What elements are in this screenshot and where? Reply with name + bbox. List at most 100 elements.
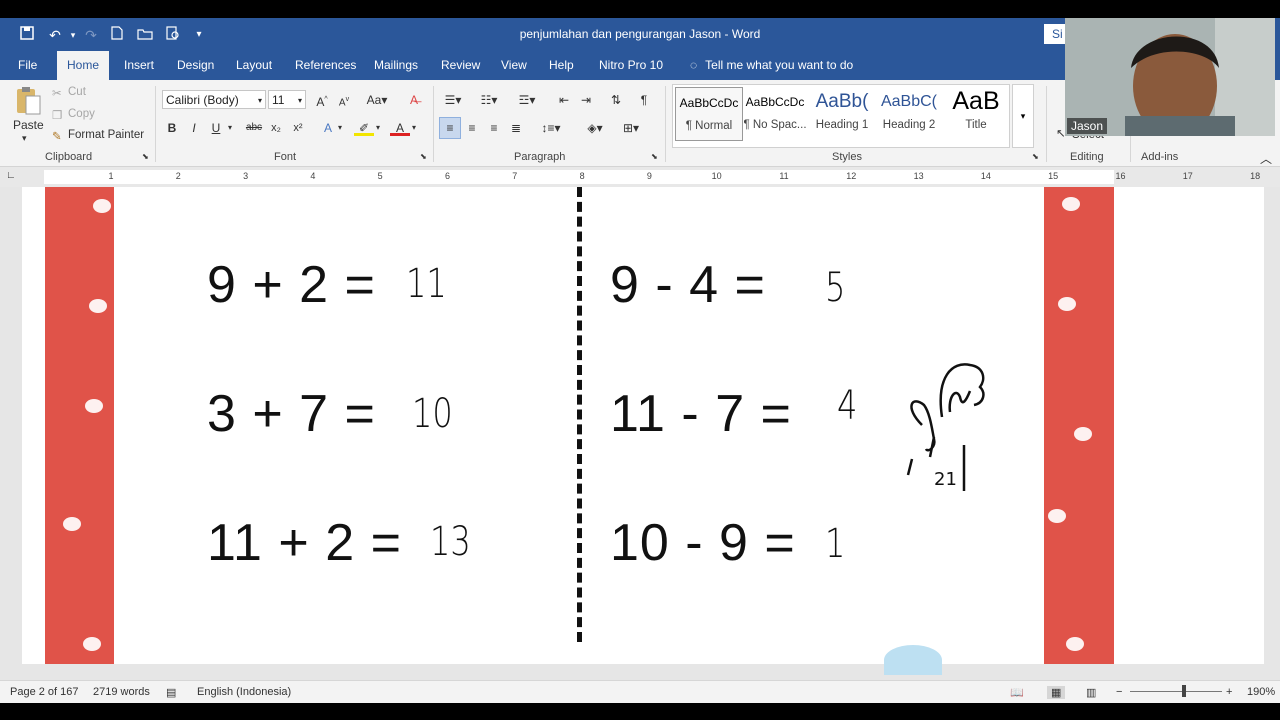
- font-group-label: Font: [274, 151, 297, 163]
- word-count[interactable]: 2719 words: [93, 686, 150, 698]
- decor-flower: [1066, 637, 1084, 651]
- text-effects-dropdown-icon[interactable]: ▾: [334, 118, 346, 138]
- tab-selector-icon[interactable]: ∟: [6, 170, 16, 181]
- align-left-icon[interactable]: ≡: [439, 117, 461, 139]
- equation-problem: 9 - 4 =: [610, 256, 766, 314]
- styles-launcher-icon[interactable]: ⬊: [1032, 152, 1039, 161]
- show-formatting-icon[interactable]: ¶: [634, 90, 654, 110]
- format-painter-button[interactable]: Format Painter: [68, 129, 144, 141]
- paste-button[interactable]: Paste: [13, 118, 44, 132]
- ruler-number: 16: [1115, 171, 1126, 181]
- underline-icon[interactable]: U: [206, 118, 226, 138]
- tab-file[interactable]: File: [8, 51, 47, 80]
- tab-design[interactable]: Design: [167, 51, 224, 80]
- ruler-number: 10: [711, 171, 722, 181]
- ribbon-separator: [1046, 86, 1047, 162]
- paste-dropdown-icon[interactable]: ▾: [22, 133, 27, 144]
- tab-view[interactable]: View: [491, 51, 537, 80]
- clear-formatting-icon[interactable]: A̶: [404, 90, 424, 110]
- document-canvas[interactable]: 9 + 2 = 11 3 + 7 = 10 11 + 2 = 13 9 - 4 …: [0, 187, 1280, 680]
- editing-group-label: Editing: [1070, 151, 1104, 163]
- ribbon-separator: [155, 86, 156, 162]
- zoom-out-icon[interactable]: −: [1116, 686, 1122, 698]
- tab-references[interactable]: References: [285, 51, 366, 80]
- document-page[interactable]: 9 + 2 = 11 3 + 7 = 10 11 + 2 = 13 9 - 4 …: [22, 187, 1264, 675]
- paste-icon[interactable]: [14, 86, 42, 116]
- change-case-icon[interactable]: Aa▾: [362, 90, 392, 110]
- page-count[interactable]: Page 2 of 167: [10, 686, 79, 698]
- print-layout-icon[interactable]: ▦: [1047, 686, 1066, 699]
- font-launcher-icon[interactable]: ⬊: [420, 152, 427, 161]
- style-no-spacing[interactable]: AaBbCcDc ¶ No Spac...: [742, 87, 808, 139]
- subscript-icon[interactable]: x₂: [266, 118, 286, 138]
- style-heading-2[interactable]: AaBbC( Heading 2: [876, 87, 942, 139]
- align-right-icon[interactable]: ≡: [484, 118, 504, 138]
- zoom-level[interactable]: 190%: [1247, 686, 1275, 698]
- style-normal[interactable]: AaBbCcDc ¶ Normal: [675, 87, 743, 141]
- style-heading-1[interactable]: AaBb( Heading 1: [809, 87, 875, 139]
- multilevel-list-icon[interactable]: ☲▾: [512, 90, 542, 110]
- ruler-number: 4: [310, 171, 316, 181]
- decor-flower: [89, 299, 107, 313]
- decor-flower: [85, 399, 103, 413]
- read-mode-icon[interactable]: 📖: [1010, 686, 1024, 699]
- ribbon-separator: [665, 86, 666, 162]
- highlight-icon[interactable]: ✐: [354, 118, 374, 136]
- font-name-value: Calibri (Body): [166, 93, 239, 107]
- horizontal-ruler[interactable]: ∟ 1 2 3 4 5 6 7 8 9 10 11 12 13 14 15 16 17 18: [0, 167, 1280, 187]
- style-sample: AaBbCcDc: [745, 95, 805, 109]
- zoom-slider-thumb[interactable]: [1182, 685, 1186, 697]
- proofing-icon[interactable]: ▤: [166, 686, 176, 699]
- font-color-icon[interactable]: A: [390, 118, 410, 136]
- strikethrough-icon[interactable]: abc: [244, 118, 264, 138]
- zoom-slider[interactable]: [1130, 691, 1222, 692]
- font-size-select[interactable]: 11 ▾: [268, 90, 306, 109]
- zoom-in-icon[interactable]: +: [1226, 686, 1232, 698]
- participant-name: Jason: [1067, 118, 1108, 134]
- clipboard-launcher-icon[interactable]: ⬊: [142, 152, 149, 161]
- tab-review[interactable]: Review: [431, 51, 490, 80]
- paragraph-launcher-icon[interactable]: ⬊: [651, 152, 658, 161]
- grow-font-icon[interactable]: A^: [312, 90, 332, 110]
- italic-icon[interactable]: I: [184, 118, 204, 138]
- tell-me-search[interactable]: ◌ Tell me what you want to do: [680, 51, 863, 80]
- style-name: ¶ Normal: [685, 120, 733, 132]
- collapse-ribbon-icon[interactable]: ︿: [1260, 150, 1272, 167]
- tab-insert[interactable]: Insert: [114, 51, 164, 80]
- tab-help[interactable]: Help: [539, 51, 584, 80]
- sort-icon[interactable]: ⇅: [606, 90, 626, 110]
- underline-dropdown-icon[interactable]: ▾: [224, 118, 236, 138]
- bold-icon[interactable]: B: [162, 118, 182, 138]
- numbering-icon[interactable]: ☷▾: [476, 90, 502, 110]
- format-painter-icon[interactable]: ✎: [52, 129, 62, 143]
- justify-icon[interactable]: ≣: [506, 118, 526, 138]
- align-center-icon[interactable]: ≡: [462, 118, 482, 138]
- decrease-indent-icon[interactable]: ⇤: [554, 90, 574, 110]
- handwritten-answer: 1: [825, 521, 846, 567]
- decor-flower: [93, 199, 111, 213]
- handwritten-answer: 4: [837, 383, 858, 429]
- handwritten-answer: 13: [430, 519, 471, 565]
- tab-home[interactable]: Home: [57, 51, 110, 80]
- web-layout-icon[interactable]: ▥: [1086, 686, 1096, 699]
- highlight-dropdown-icon[interactable]: ▾: [372, 118, 384, 138]
- borders-icon[interactable]: ⊞▾: [616, 118, 646, 138]
- tab-nitro-pro[interactable]: Nitro Pro 10: [589, 51, 673, 80]
- shrink-font-icon[interactable]: Av: [334, 90, 354, 110]
- equation-problem: 10 - 9 =: [610, 514, 796, 572]
- language-indicator[interactable]: English (Indonesia): [197, 686, 291, 698]
- ruler-number: 18: [1250, 171, 1261, 181]
- line-spacing-icon[interactable]: ↕≡▾: [536, 118, 566, 138]
- styles-more-icon[interactable]: ▾: [1012, 84, 1034, 148]
- superscript-icon[interactable]: x²: [288, 118, 308, 138]
- decor-cloud: [884, 645, 942, 675]
- bullets-icon[interactable]: ☰▾: [440, 90, 466, 110]
- tab-layout[interactable]: Layout: [226, 51, 282, 80]
- style-sample: AaB: [952, 87, 1000, 115]
- style-title[interactable]: AaB Title: [943, 87, 1009, 139]
- increase-indent-icon[interactable]: ⇥: [576, 90, 596, 110]
- font-color-dropdown-icon[interactable]: ▾: [408, 118, 420, 138]
- font-name-select[interactable]: Calibri (Body) ▾: [162, 90, 266, 109]
- shading-icon[interactable]: ◈▾: [580, 118, 610, 138]
- tab-mailings[interactable]: Mailings: [364, 51, 428, 80]
